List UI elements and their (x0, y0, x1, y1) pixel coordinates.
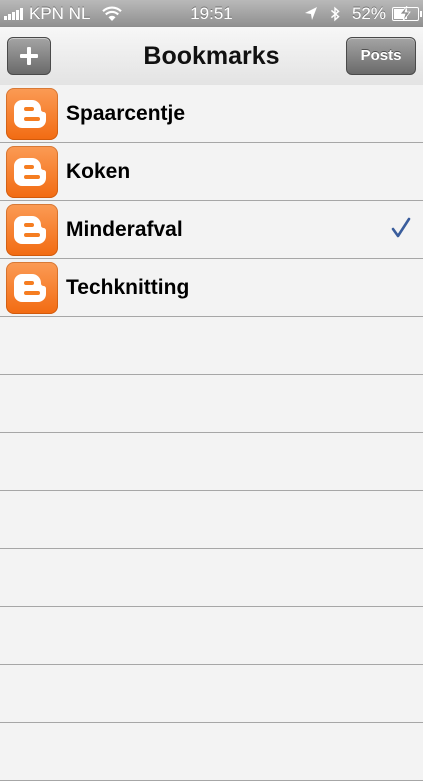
location-icon (304, 6, 317, 20)
bookmark-row[interactable]: Minderafval (0, 201, 423, 259)
bookmark-label: Spaarcentje (66, 101, 186, 125)
carrier-name: KPN NL (29, 3, 91, 23)
empty-row (0, 491, 423, 549)
blogger-icon (6, 261, 58, 314)
bookmark-label: Techknitting (66, 275, 190, 299)
bookmark-row[interactable]: Spaarcentje (0, 85, 423, 143)
battery-percent: 52% (351, 3, 386, 23)
status-right: 52% (304, 4, 423, 24)
empty-row (0, 607, 423, 665)
status-left: KPN NL (0, 3, 123, 24)
wifi-icon (102, 6, 123, 21)
empty-row (0, 375, 423, 433)
bookmark-list: Spaarcentje Koken Minderafval Techknitting (0, 85, 423, 781)
empty-row (0, 665, 423, 723)
bluetooth-icon (330, 6, 340, 21)
checkmark-icon (391, 217, 411, 238)
navigation-bar: Bookmarks Posts (0, 27, 423, 86)
bookmark-row[interactable]: Koken (0, 143, 423, 201)
empty-row (0, 723, 423, 781)
blogger-icon (6, 203, 58, 256)
empty-row (0, 317, 423, 375)
bookmark-label: Minderafval (66, 217, 183, 241)
signal-icon (4, 7, 24, 20)
blogger-icon (6, 145, 58, 198)
bookmark-label: Koken (66, 159, 131, 183)
battery-icon (392, 5, 422, 21)
empty-row (0, 433, 423, 491)
posts-button[interactable]: Posts (346, 37, 416, 75)
status-bar: KPN NL 19:51 52% (0, 0, 423, 27)
bookmark-row[interactable]: Techknitting (0, 259, 423, 317)
blogger-icon (6, 87, 58, 140)
empty-row (0, 549, 423, 607)
charging-bolt-icon (399, 5, 411, 21)
